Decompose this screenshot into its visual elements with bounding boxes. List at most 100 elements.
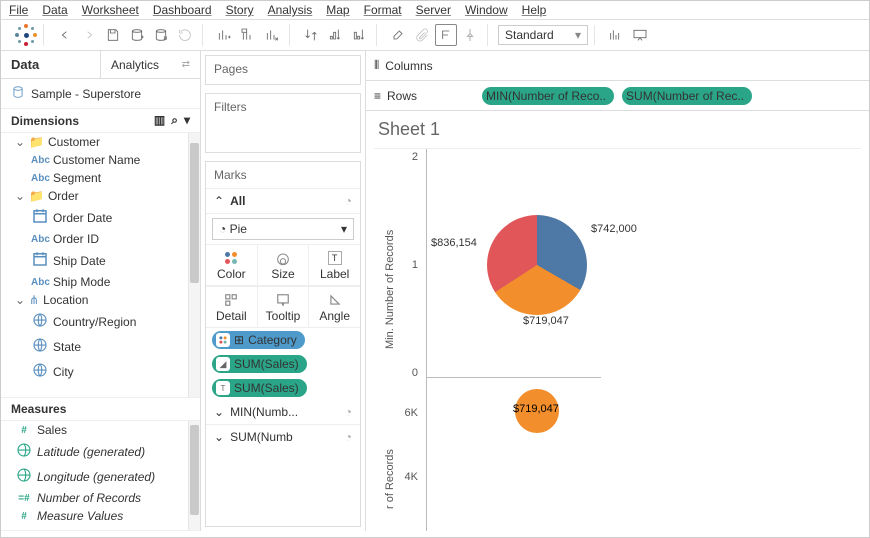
field-ship-date[interactable]: Ship Date — [1, 248, 188, 273]
marks-all[interactable]: ⌃All◔ — [206, 189, 360, 214]
field-number-records[interactable]: =#Number of Records — [1, 489, 188, 507]
y-axis-label-1: Min. Number of Records — [384, 230, 396, 349]
show-me-icon[interactable] — [605, 24, 627, 46]
view-list-icon[interactable]: ▥ — [154, 113, 165, 128]
date-icon — [31, 250, 49, 271]
dimensions-header: Dimensions ▥ ⌕ ▾ — [1, 109, 200, 133]
save-icon[interactable] — [102, 24, 124, 46]
marks-tooltip[interactable]: Tooltip — [258, 287, 310, 327]
field-customer-name[interactable]: AbcCustomer Name — [1, 151, 188, 169]
pill-category[interactable]: ⊞Category — [212, 331, 305, 349]
datasource-icon — [11, 85, 25, 102]
tableau-logo-icon[interactable] — [15, 24, 37, 46]
pill-sum-sales-label[interactable]: TSUM(Sales) — [212, 379, 307, 397]
globe-icon — [31, 336, 49, 357]
swap-icon[interactable] — [300, 24, 322, 46]
new-worksheet-icon[interactable] — [213, 24, 235, 46]
field-order-date[interactable]: Order Date — [1, 205, 188, 230]
label-icon[interactable] — [435, 24, 457, 46]
tab-analytics[interactable]: Analytics⇄ — [100, 51, 200, 78]
pill-sum-sales-angle[interactable]: ◢SUM(Sales) — [212, 355, 307, 373]
menu-format[interactable]: Format — [364, 3, 402, 17]
pill-sum-records[interactable]: SUM(Number of Rec.. — [622, 87, 752, 105]
fit-select[interactable]: Standard▾ — [498, 25, 588, 45]
field-longitude[interactable]: Longitude (generated) — [1, 464, 188, 489]
sort-desc-icon[interactable] — [348, 24, 370, 46]
cards-area: Pages Filters Marks ⌃All◔ ◔ Pie▾ Color S… — [201, 51, 366, 531]
field-state[interactable]: State — [1, 334, 188, 359]
pause-updates-icon[interactable] — [150, 24, 172, 46]
y-tick: 1 — [412, 259, 418, 271]
field-country[interactable]: Country/Region — [1, 309, 188, 334]
duplicate-sheet-icon[interactable] — [237, 24, 259, 46]
columns-shelf[interactable]: ⦀Columns — [366, 51, 869, 81]
presentation-icon[interactable] — [629, 24, 651, 46]
menu-help[interactable]: Help — [522, 3, 547, 17]
refresh-icon[interactable] — [174, 24, 196, 46]
menu-story[interactable]: Story — [226, 3, 254, 17]
menu-bar: File Data Worksheet Dashboard Story Anal… — [1, 1, 869, 20]
y-tick: 2 — [412, 151, 418, 163]
hierarchy-icon: ⋔ — [29, 293, 39, 307]
measures-scrollbar[interactable] — [188, 421, 200, 530]
sort-asc-icon[interactable] — [324, 24, 346, 46]
menu-server[interactable]: Server — [416, 3, 451, 17]
menu-window[interactable]: Window — [465, 3, 508, 17]
field-latitude[interactable]: Latitude (generated) — [1, 439, 188, 464]
sheet-title[interactable]: Sheet 1 — [366, 111, 869, 148]
menu-data[interactable]: Data — [42, 3, 67, 17]
pie-chart[interactable] — [487, 215, 587, 315]
pill-min-records[interactable]: MIN(Number of Reco.. — [482, 87, 614, 105]
fields-menu-icon[interactable]: ▾ — [184, 113, 190, 128]
pie-label-office: $719,047 — [523, 315, 569, 327]
marks-sum-shelf[interactable]: ⌄SUM(Numb◔ — [206, 425, 360, 449]
marks-color[interactable]: Color — [206, 245, 258, 285]
marks-label[interactable]: TLabel — [309, 245, 360, 285]
marks-detail[interactable]: Detail — [206, 287, 258, 327]
undo-icon[interactable] — [54, 24, 76, 46]
marks-min-shelf[interactable]: ⌄MIN(Numb...◔ — [206, 400, 360, 425]
field-measure-values[interactable]: #Measure Values — [1, 507, 188, 525]
pin-icon[interactable] — [459, 24, 481, 46]
folder-order[interactable]: ⌄📁Order — [1, 187, 188, 205]
clear-sheet-icon[interactable] — [261, 24, 283, 46]
attach-icon[interactable] — [411, 24, 433, 46]
menu-dashboard[interactable]: Dashboard — [153, 3, 212, 17]
pages-shelf[interactable]: Pages — [206, 56, 360, 82]
menu-analysis[interactable]: Analysis — [268, 3, 313, 17]
tab-data[interactable]: Data — [1, 51, 100, 78]
y-axis-label-2: r of Records — [384, 449, 396, 509]
marks-menu-icon[interactable]: ◔ — [345, 194, 352, 208]
menu-map[interactable]: Map — [326, 3, 349, 17]
field-segment[interactable]: AbcSegment — [1, 169, 188, 187]
circle-label: $719,047 — [513, 403, 559, 415]
new-datasource-icon[interactable] — [126, 24, 148, 46]
marks-header: Marks — [206, 162, 360, 189]
marks-size[interactable]: Size — [258, 245, 310, 285]
field-order-id[interactable]: AbcOrder ID — [1, 230, 188, 248]
field-sales[interactable]: #Sales — [1, 421, 188, 439]
folder-location[interactable]: ⌄⋔Location — [1, 291, 188, 309]
search-fields-icon[interactable]: ⌕ — [171, 113, 178, 128]
datasource[interactable]: Sample - Superstore — [1, 79, 200, 109]
redo-icon[interactable] — [78, 24, 100, 46]
mark-type-select[interactable]: ◔ Pie▾ — [212, 218, 354, 240]
folder-customer[interactable]: ⌄📁Customer — [1, 133, 188, 151]
y-tick: 6K — [405, 407, 418, 419]
menu-file[interactable]: File — [9, 3, 28, 17]
field-ship-mode[interactable]: AbcShip Mode — [1, 273, 188, 291]
measures-header: Measures — [1, 398, 200, 421]
folder-icon: 📁 — [29, 135, 44, 149]
field-city[interactable]: City — [1, 359, 188, 384]
dimensions-scrollbar[interactable] — [188, 133, 200, 397]
chart-canvas[interactable]: Min. Number of Records 2 1 0 6K 4K r of … — [374, 148, 861, 531]
filters-shelf[interactable]: Filters — [206, 94, 360, 120]
rows-shelf[interactable]: ≡Rows MIN(Number of Reco.. SUM(Number of… — [366, 81, 869, 111]
menu-worksheet[interactable]: Worksheet — [82, 3, 139, 17]
y-tick: 0 — [412, 367, 418, 379]
pie-label-furniture: $742,000 — [591, 223, 637, 235]
y-tick: 4K — [405, 471, 418, 483]
marks-angle[interactable]: Angle — [309, 287, 360, 327]
highlight-icon[interactable] — [387, 24, 409, 46]
date-icon — [31, 207, 49, 228]
